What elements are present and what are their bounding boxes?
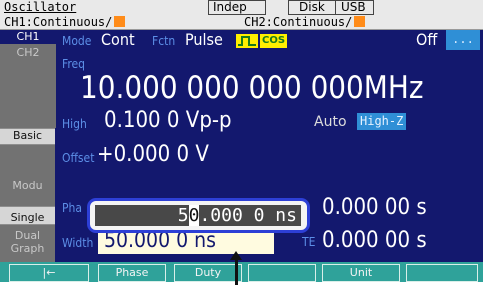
storage-indicator: Disk USB [288, 0, 374, 15]
offset-value[interactable]: +0.000 0 V [97, 142, 209, 167]
editor-post-digits: .000 0 ns [199, 205, 297, 226]
high-label: High [62, 117, 87, 131]
ch1-indicator-icon [114, 16, 126, 27]
fctn-value[interactable]: Pulse [185, 30, 223, 49]
mode-value[interactable]: Cont [101, 30, 135, 49]
storage-divider [335, 1, 336, 14]
sidebar-item-single[interactable]: Single [0, 206, 55, 224]
sidebar-item-basic[interactable]: Basic [0, 128, 55, 144]
high-value[interactable]: 0.100 0 Vp-p [104, 108, 232, 133]
usb-label: USB [341, 0, 366, 14]
fkey-back-button[interactable]: |← [9, 264, 89, 282]
fkey-phase-button[interactable]: Phase [98, 264, 166, 282]
channel-mode-indicator: Indep [208, 0, 266, 15]
disk-label: Disk [299, 0, 325, 14]
mode-label: Mode [62, 34, 92, 48]
freq-label: Freq [62, 57, 86, 71]
app-title: Oscillator [4, 0, 77, 14]
editor-cursor-digit[interactable]: 0 [188, 205, 200, 226]
width-label: Width [62, 236, 94, 250]
te-label: TE [302, 235, 316, 249]
numeric-editor-display[interactable]: 50.000 0 ns [95, 205, 301, 226]
ch2-status-text: CH2:Continuous/ [244, 15, 353, 29]
pulse-waveform-icon [236, 34, 258, 48]
function-key-bar: |← Phase Duty Unit [0, 262, 483, 282]
fctn-label: Fctn [152, 34, 176, 48]
title-bar: Oscillator Indep Disk USB CH1:Continuous… [0, 0, 483, 30]
output-state[interactable]: Off [416, 30, 437, 49]
tab-ch1[interactable]: CH1 [0, 30, 56, 44]
offset-label: Offset [62, 151, 95, 165]
fkey-unit-button[interactable]: Unit [322, 264, 400, 282]
fkey-blank-button-2[interactable] [406, 264, 478, 282]
cos-badge: COS [260, 34, 288, 48]
ch2-status: CH2:Continuous/ [244, 15, 366, 30]
freq-value[interactable]: 10.000 000 000 000MHz [80, 70, 423, 106]
phase-label: Pha [62, 201, 82, 215]
leading-edge-value[interactable]: 0.000 00 s [322, 195, 427, 220]
editor-pre-digits: 5 [177, 205, 189, 226]
sidebar-item-dual-graph[interactable]: Dual Graph [0, 224, 55, 262]
trailing-edge-value[interactable]: 0.000 00 s [322, 228, 427, 253]
numeric-editor[interactable]: 50.000 0 ns [87, 198, 310, 233]
auto-label: Auto [314, 114, 347, 130]
high-z-badge[interactable]: High-Z [357, 113, 407, 130]
ch1-status: CH1:Continuous/ [4, 15, 126, 30]
fkey-duty-button[interactable]: Duty [174, 264, 242, 282]
fkey-blank-button[interactable] [248, 264, 316, 282]
ch1-status-text: CH1:Continuous/ [4, 15, 113, 29]
ch2-indicator-icon [354, 16, 366, 27]
tab-ch2[interactable]: CH2 [0, 44, 56, 72]
generator-screen: Oscillator Indep Disk USB CH1:Continuous… [0, 0, 483, 262]
annotation-arrow-shaft [235, 256, 238, 285]
sidebar-filler [0, 72, 56, 128]
annotation-arrow-icon [230, 251, 242, 260]
more-menu-button[interactable]: ... [446, 30, 480, 50]
sidebar-item-modu[interactable]: Modu [0, 144, 55, 206]
